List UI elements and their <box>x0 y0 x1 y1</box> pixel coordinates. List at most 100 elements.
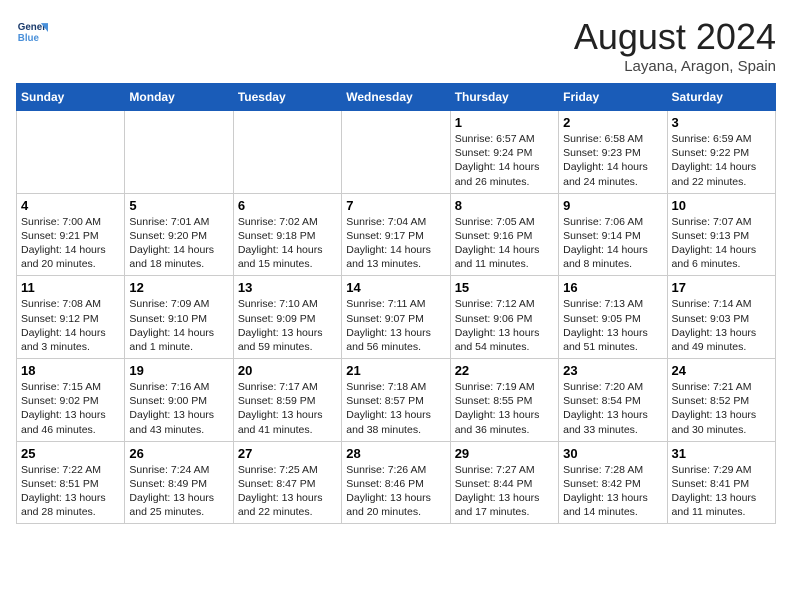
day-cell: 20Sunrise: 7:17 AM Sunset: 8:59 PM Dayli… <box>233 359 341 442</box>
day-info: Sunrise: 7:10 AM Sunset: 9:09 PM Dayligh… <box>238 297 337 354</box>
day-info: Sunrise: 7:16 AM Sunset: 9:00 PM Dayligh… <box>129 380 228 437</box>
day-info: Sunrise: 7:01 AM Sunset: 9:20 PM Dayligh… <box>129 215 228 272</box>
day-number: 8 <box>455 198 554 213</box>
header-cell-thursday: Thursday <box>450 84 558 111</box>
day-info: Sunrise: 7:28 AM Sunset: 8:42 PM Dayligh… <box>563 463 662 520</box>
day-cell: 30 Sunrise: 7:28 AM Sunset: 8:42 PM Dayli… <box>559 441 667 524</box>
svg-text:Blue: Blue <box>18 33 40 44</box>
week-row-3: 11Sunrise: 7:08 AM Sunset: 9:12 PM Dayli… <box>17 276 776 359</box>
day-number: 3 <box>672 115 771 130</box>
day-cell: 13 Sunrise: 7:10 AM Sunset: 9:09 PM Dayli… <box>233 276 341 359</box>
day-number: 2 <box>563 115 662 130</box>
day-info: Sunrise: 7:02 AM Sunset: 9:18 PM Dayligh… <box>238 215 337 272</box>
logo: General Blue <box>16 16 48 48</box>
day-info: Sunrise: 7:14 AM Sunset: 9:03 PM Dayligh… <box>672 297 771 354</box>
day-cell: 26Sunrise: 7:24 AM Sunset: 8:49 PM Dayli… <box>125 441 233 524</box>
day-info: Sunrise: 7:08 AM Sunset: 9:12 PM Dayligh… <box>21 297 120 354</box>
day-number: 23 <box>563 363 662 378</box>
week-row-1: 1 Sunrise: 6:57 AM Sunset: 9:24 PM Daylig… <box>17 111 776 194</box>
day-info: Sunrise: 7:00 AM Sunset: 9:21 PM Dayligh… <box>21 215 120 272</box>
day-cell: 27Sunrise: 7:25 AM Sunset: 8:47 PM Dayli… <box>233 441 341 524</box>
header-row: SundayMondayTuesdayWednesdayThursdayFrid… <box>17 84 776 111</box>
day-number: 21 <box>346 363 445 378</box>
day-number: 26 <box>129 446 228 461</box>
location: Layana, Aragon, Spain <box>574 58 776 75</box>
day-cell: 9 Sunrise: 7:06 AM Sunset: 9:14 PM Daylig… <box>559 193 667 276</box>
day-info: Sunrise: 7:05 AM Sunset: 9:16 PM Dayligh… <box>455 215 554 272</box>
day-info: Sunrise: 7:22 AM Sunset: 8:51 PM Dayligh… <box>21 463 120 520</box>
day-number: 24 <box>672 363 771 378</box>
day-info: Sunrise: 7:19 AM Sunset: 8:55 PM Dayligh… <box>455 380 554 437</box>
day-cell: 11Sunrise: 7:08 AM Sunset: 9:12 PM Dayli… <box>17 276 125 359</box>
day-info: Sunrise: 6:57 AM Sunset: 9:24 PM Dayligh… <box>455 132 554 189</box>
day-cell: 14 Sunrise: 7:11 AM Sunset: 9:07 PM Dayli… <box>342 276 450 359</box>
day-cell: 21 Sunrise: 7:18 AM Sunset: 8:57 PM Dayli… <box>342 359 450 442</box>
title-block: August 2024 Layana, Aragon, Spain <box>574 16 776 75</box>
day-number: 1 <box>455 115 554 130</box>
day-info: Sunrise: 7:29 AM Sunset: 8:41 PM Dayligh… <box>672 463 771 520</box>
day-number: 25 <box>21 446 120 461</box>
day-number: 12 <box>129 280 228 295</box>
day-cell: 7 Sunrise: 7:04 AM Sunset: 9:17 PM Daylig… <box>342 193 450 276</box>
day-cell: 4 Sunrise: 7:00 AM Sunset: 9:21 PM Daylig… <box>17 193 125 276</box>
day-cell: 6 Sunrise: 7:02 AM Sunset: 9:18 PM Daylig… <box>233 193 341 276</box>
day-cell: 28Sunrise: 7:26 AM Sunset: 8:46 PM Dayli… <box>342 441 450 524</box>
day-number: 29 <box>455 446 554 461</box>
day-number: 19 <box>129 363 228 378</box>
logo-icon: General Blue <box>16 16 48 48</box>
day-number: 20 <box>238 363 337 378</box>
day-info: Sunrise: 7:12 AM Sunset: 9:06 PM Dayligh… <box>455 297 554 354</box>
day-number: 18 <box>21 363 120 378</box>
day-info: Sunrise: 7:20 AM Sunset: 8:54 PM Dayligh… <box>563 380 662 437</box>
day-cell <box>125 111 233 194</box>
day-cell <box>17 111 125 194</box>
day-number: 22 <box>455 363 554 378</box>
header-cell-friday: Friday <box>559 84 667 111</box>
day-cell: 23 Sunrise: 7:20 AM Sunset: 8:54 PM Dayli… <box>559 359 667 442</box>
day-number: 31 <box>672 446 771 461</box>
day-cell: 10Sunrise: 7:07 AM Sunset: 9:13 PM Dayli… <box>667 193 775 276</box>
day-number: 9 <box>563 198 662 213</box>
day-cell <box>233 111 341 194</box>
day-cell: 18 Sunrise: 7:15 AM Sunset: 9:02 PM Dayli… <box>17 359 125 442</box>
day-cell: 5 Sunrise: 7:01 AM Sunset: 9:20 PM Daylig… <box>125 193 233 276</box>
day-cell: 22 Sunrise: 7:19 AM Sunset: 8:55 PM Dayli… <box>450 359 558 442</box>
day-cell: 31 Sunrise: 7:29 AM Sunset: 8:41 PM Dayli… <box>667 441 775 524</box>
day-info: Sunrise: 7:21 AM Sunset: 8:52 PM Dayligh… <box>672 380 771 437</box>
day-number: 6 <box>238 198 337 213</box>
calendar-table: SundayMondayTuesdayWednesdayThursdayFrid… <box>16 83 776 524</box>
calendar-header: SundayMondayTuesdayWednesdayThursdayFrid… <box>17 84 776 111</box>
day-cell: 19 Sunrise: 7:16 AM Sunset: 9:00 PM Dayli… <box>125 359 233 442</box>
day-cell <box>342 111 450 194</box>
day-cell: 16 Sunrise: 7:13 AM Sunset: 9:05 PM Dayli… <box>559 276 667 359</box>
calendar-body: 1 Sunrise: 6:57 AM Sunset: 9:24 PM Daylig… <box>17 111 776 524</box>
day-cell: 15Sunrise: 7:12 AM Sunset: 9:06 PM Dayli… <box>450 276 558 359</box>
header-cell-tuesday: Tuesday <box>233 84 341 111</box>
day-number: 14 <box>346 280 445 295</box>
day-number: 17 <box>672 280 771 295</box>
day-number: 30 <box>563 446 662 461</box>
day-cell: 17 Sunrise: 7:14 AM Sunset: 9:03 PM Dayli… <box>667 276 775 359</box>
day-info: Sunrise: 7:13 AM Sunset: 9:05 PM Dayligh… <box>563 297 662 354</box>
day-number: 7 <box>346 198 445 213</box>
day-info: Sunrise: 7:26 AM Sunset: 8:46 PM Dayligh… <box>346 463 445 520</box>
day-cell: 25 Sunrise: 7:22 AM Sunset: 8:51 PM Dayli… <box>17 441 125 524</box>
day-number: 13 <box>238 280 337 295</box>
month-title: August 2024 <box>574 16 776 58</box>
day-info: Sunrise: 7:06 AM Sunset: 9:14 PM Dayligh… <box>563 215 662 272</box>
page-header: General Blue August 2024 Layana, Aragon,… <box>16 16 776 75</box>
header-cell-sunday: Sunday <box>17 84 125 111</box>
day-cell: 29 Sunrise: 7:27 AM Sunset: 8:44 PM Dayli… <box>450 441 558 524</box>
day-info: Sunrise: 7:15 AM Sunset: 9:02 PM Dayligh… <box>21 380 120 437</box>
day-info: Sunrise: 7:04 AM Sunset: 9:17 PM Dayligh… <box>346 215 445 272</box>
day-number: 16 <box>563 280 662 295</box>
day-info: Sunrise: 7:18 AM Sunset: 8:57 PM Dayligh… <box>346 380 445 437</box>
week-row-5: 25 Sunrise: 7:22 AM Sunset: 8:51 PM Dayli… <box>17 441 776 524</box>
day-cell: 1 Sunrise: 6:57 AM Sunset: 9:24 PM Daylig… <box>450 111 558 194</box>
day-info: Sunrise: 7:27 AM Sunset: 8:44 PM Dayligh… <box>455 463 554 520</box>
day-info: Sunrise: 7:25 AM Sunset: 8:47 PM Dayligh… <box>238 463 337 520</box>
day-info: Sunrise: 6:58 AM Sunset: 9:23 PM Dayligh… <box>563 132 662 189</box>
day-number: 5 <box>129 198 228 213</box>
day-info: Sunrise: 7:11 AM Sunset: 9:07 PM Dayligh… <box>346 297 445 354</box>
day-number: 4 <box>21 198 120 213</box>
